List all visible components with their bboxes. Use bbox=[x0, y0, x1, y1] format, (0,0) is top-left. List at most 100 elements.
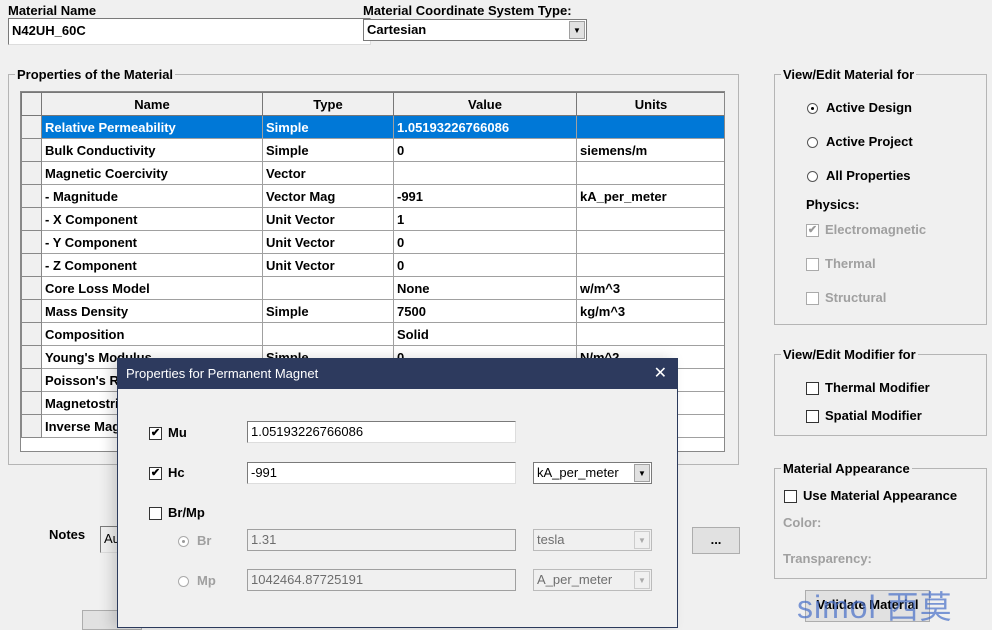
row-selector[interactable] bbox=[21, 253, 42, 277]
row-selector[interactable] bbox=[21, 115, 42, 139]
radio-label: Active Design bbox=[826, 100, 912, 115]
row-selector[interactable] bbox=[21, 184, 42, 208]
checkbox-spatial-modifier[interactable]: Spatial Modifier bbox=[806, 408, 922, 424]
cell-name[interactable]: - Magnitude bbox=[41, 184, 263, 208]
row-selector[interactable] bbox=[21, 391, 42, 415]
cell-value[interactable]: -991 bbox=[393, 184, 577, 208]
cell-type[interactable]: Unit Vector bbox=[262, 253, 394, 277]
cell-units[interactable] bbox=[576, 161, 724, 185]
cell-value[interactable]: 1 bbox=[393, 207, 577, 231]
table-row[interactable]: Composition Solid bbox=[21, 322, 724, 346]
row-selector[interactable] bbox=[21, 161, 42, 185]
cell-value[interactable]: Solid bbox=[393, 322, 577, 346]
cell-name[interactable]: Relative Permeability bbox=[41, 115, 263, 139]
table-row[interactable]: Magnetic Coercivity Vector bbox=[21, 161, 724, 185]
cell-name[interactable]: Composition bbox=[41, 322, 263, 346]
table-row[interactable]: - Z Component Unit Vector 0 bbox=[21, 253, 724, 277]
hc-unit-select[interactable]: kA_per_meter ▼ bbox=[533, 462, 652, 484]
cell-value[interactable] bbox=[393, 161, 577, 185]
cell-name[interactable]: - Z Component bbox=[41, 253, 263, 277]
cell-units[interactable] bbox=[576, 207, 724, 231]
cell-type[interactable]: Simple bbox=[262, 299, 394, 323]
checkbox-icon: ✔ bbox=[149, 427, 162, 441]
cell-value[interactable]: 1.05193226766086 bbox=[393, 115, 577, 139]
validate-material-button[interactable]: Validate Material bbox=[805, 590, 930, 622]
cell-name[interactable]: - X Component bbox=[41, 207, 263, 231]
table-row[interactable]: - Y Component Unit Vector 0 bbox=[21, 230, 724, 254]
mp-unit-value: A_per_meter bbox=[537, 572, 613, 587]
row-selector[interactable] bbox=[21, 230, 42, 254]
radio-mp[interactable]: Mp bbox=[178, 573, 216, 588]
cell-type[interactable]: Simple bbox=[262, 138, 394, 162]
cell-name[interactable]: Core Loss Model bbox=[41, 276, 263, 300]
br-input[interactable]: 1.31 bbox=[247, 529, 516, 551]
cell-type[interactable]: Unit Vector bbox=[262, 230, 394, 254]
checkbox-mu[interactable]: ✔ Mu bbox=[149, 425, 187, 441]
table-row[interactable]: - Magnitude Vector Mag -991 kA_per_meter bbox=[21, 184, 724, 208]
cell-units[interactable] bbox=[576, 230, 724, 254]
cell-type[interactable]: Unit Vector bbox=[262, 207, 394, 231]
row-selector[interactable] bbox=[21, 414, 42, 438]
table-row[interactable]: Relative Permeability Simple 1.05193226766… bbox=[21, 115, 724, 139]
checkbox-brmp[interactable]: Br/Mp bbox=[149, 505, 205, 521]
cell-name[interactable]: - Y Component bbox=[41, 230, 263, 254]
row-selector[interactable] bbox=[21, 138, 42, 162]
cell-units[interactable] bbox=[576, 115, 724, 139]
hc-input[interactable]: -991 bbox=[247, 462, 516, 484]
cell-units[interactable]: kA_per_meter bbox=[576, 184, 724, 208]
cell-value[interactable]: 7500 bbox=[393, 299, 577, 323]
cell-name[interactable]: Bulk Conductivity bbox=[41, 138, 263, 162]
cell-type[interactable] bbox=[262, 276, 394, 300]
table-row[interactable]: - X Component Unit Vector 1 bbox=[21, 207, 724, 231]
row-selector[interactable] bbox=[21, 368, 42, 392]
cell-type[interactable] bbox=[262, 322, 394, 346]
radio-br[interactable]: Br bbox=[178, 533, 211, 548]
col-name[interactable]: Name bbox=[41, 92, 263, 116]
checkbox-hc[interactable]: ✔ Hc bbox=[149, 465, 185, 481]
cell-value[interactable]: 0 bbox=[393, 138, 577, 162]
row-selector[interactable] bbox=[21, 276, 42, 300]
col-value[interactable]: Value bbox=[393, 92, 577, 116]
checkbox-electromagnetic[interactable]: ✔ Electromagnetic bbox=[806, 222, 926, 238]
checkbox-thermal-modifier[interactable]: Thermal Modifier bbox=[806, 380, 930, 396]
cell-type[interactable]: Vector Mag bbox=[262, 184, 394, 208]
col-type[interactable]: Type bbox=[262, 92, 394, 116]
coord-system-select[interactable]: Cartesian ▼ bbox=[363, 19, 587, 41]
table-row[interactable]: Mass Density Simple 7500 kg/m^3 bbox=[21, 299, 724, 323]
checkbox-structural[interactable]: Structural bbox=[806, 290, 886, 306]
close-icon[interactable]: ✕ bbox=[654, 359, 667, 389]
mp-unit-select[interactable]: A_per_meter ▼ bbox=[533, 569, 652, 591]
cell-name[interactable]: Magnetic Coercivity bbox=[41, 161, 263, 185]
material-name-label: Material Name bbox=[8, 3, 97, 18]
radio-active-project[interactable]: Active Project bbox=[807, 134, 913, 149]
checkbox-thermal[interactable]: Thermal bbox=[806, 256, 876, 272]
col-units[interactable]: Units bbox=[576, 92, 724, 116]
table-row[interactable]: Bulk Conductivity Simple 0 siemens/m bbox=[21, 138, 724, 162]
row-selector[interactable] bbox=[21, 345, 42, 369]
cell-value[interactable]: 0 bbox=[393, 230, 577, 254]
cell-units[interactable]: siemens/m bbox=[576, 138, 724, 162]
cell-units[interactable]: w/m^3 bbox=[576, 276, 724, 300]
cell-value[interactable]: 0 bbox=[393, 253, 577, 277]
row-selector[interactable] bbox=[21, 322, 42, 346]
mu-input[interactable]: 1.05193226766086 bbox=[247, 421, 516, 443]
radio-active-design[interactable]: Active Design bbox=[807, 100, 912, 115]
cell-units[interactable] bbox=[576, 253, 724, 277]
properties-legend: Properties of the Material bbox=[15, 67, 176, 82]
row-selector[interactable] bbox=[21, 207, 42, 231]
mp-input[interactable]: 1042464.87725191 bbox=[247, 569, 516, 591]
checkbox-use-appearance[interactable]: Use Material Appearance bbox=[784, 488, 957, 504]
cell-type[interactable]: Simple bbox=[262, 115, 394, 139]
dialog-titlebar[interactable]: Properties for Permanent Magnet ✕ bbox=[118, 359, 677, 389]
cell-value[interactable]: None bbox=[393, 276, 577, 300]
row-selector[interactable] bbox=[21, 299, 42, 323]
cell-type[interactable]: Vector bbox=[262, 161, 394, 185]
material-name-input[interactable]: N42UH_60C bbox=[8, 18, 371, 45]
radio-all-properties[interactable]: All Properties bbox=[807, 168, 911, 183]
ellipsis-button[interactable]: ... bbox=[692, 527, 740, 554]
table-row[interactable]: Core Loss Model None w/m^3 bbox=[21, 276, 724, 300]
br-unit-select[interactable]: tesla ▼ bbox=[533, 529, 652, 551]
cell-units[interactable] bbox=[576, 322, 724, 346]
cell-name[interactable]: Mass Density bbox=[41, 299, 263, 323]
cell-units[interactable]: kg/m^3 bbox=[576, 299, 724, 323]
